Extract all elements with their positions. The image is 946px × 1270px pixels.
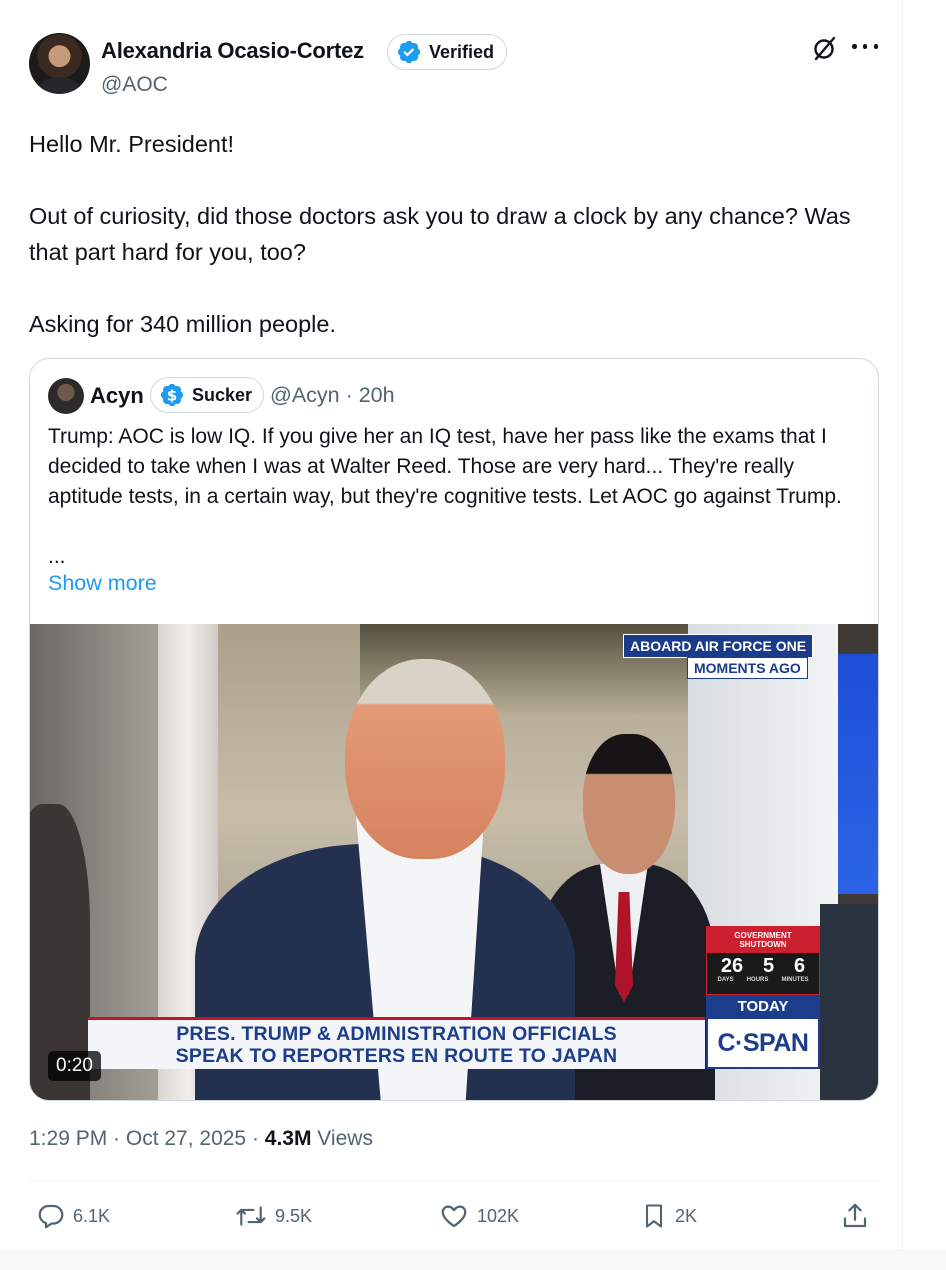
dollar-badge-icon: $	[160, 383, 184, 407]
unit-hours: HOURS	[746, 977, 769, 983]
page-bottom	[0, 1250, 946, 1270]
shutdown-label-2: SHUTDOWN	[739, 940, 787, 949]
video-time-tag: MOMENTS AGO	[687, 657, 808, 679]
heart-icon	[441, 1205, 467, 1228]
shutdown-minutes: 6	[793, 955, 806, 977]
tweet-line-closing: Asking for 340 million people.	[29, 311, 336, 337]
tweet-text: Hello Mr. President! Out of curiosity, d…	[29, 126, 869, 342]
author-display-name[interactable]: Alexandria Ocasio-Cortez	[101, 38, 364, 64]
quoted-ellipsis: ...	[48, 545, 66, 568]
reply-button[interactable]: 6.1K	[36, 1199, 110, 1233]
tweet-line-question: Out of curiosity, did those doctors ask …	[29, 203, 851, 265]
quoted-handle-time: @Acyn · 20h	[270, 383, 395, 407]
today-label: TODAY	[737, 997, 789, 1015]
tweet-timestamp[interactable]: 1:29 PM · Oct 27, 2025 · 4.3M Views	[29, 1127, 373, 1151]
bookmark-count: 2K	[675, 1205, 698, 1226]
tweet-line-greeting: Hello Mr. President!	[29, 131, 235, 157]
quoted-badge-label: Sucker	[192, 384, 253, 405]
show-more-link[interactable]: Show more	[48, 571, 157, 596]
headline-line-2: SPEAK TO REPORTERS EN ROUTE TO JAPAN	[175, 1044, 618, 1067]
repost-icon	[236, 1206, 266, 1226]
quoted-author-badge[interactable]: $ Sucker	[150, 377, 265, 413]
like-button[interactable]: 102K	[438, 1199, 519, 1233]
cspan-logo: C·SPAN	[706, 1017, 820, 1069]
repost-button[interactable]: 9.5K	[234, 1199, 312, 1233]
divider	[29, 1180, 879, 1181]
views-label: Views	[311, 1127, 373, 1150]
shutdown-counter: GOVERNMENT SHUTDOWN 26 5 6 DAYS HOURS MI…	[706, 926, 820, 995]
quoted-tweet-text: Trump: AOC is low IQ. If you give her an…	[48, 425, 842, 508]
verified-badge[interactable]: Verified	[387, 34, 508, 70]
bookmark-icon	[645, 1204, 663, 1228]
bookmark-button[interactable]: 2K	[640, 1199, 697, 1233]
more-options-icon[interactable]	[852, 44, 878, 52]
video-player[interactable]: ABOARD AIR FORCE ONE MOMENTS AGO GOVERNM…	[30, 624, 878, 1100]
shutdown-days: 26	[720, 955, 744, 977]
author-avatar[interactable]	[29, 33, 90, 94]
reply-icon	[38, 1204, 64, 1229]
quoted-author-name: Acyn	[90, 383, 144, 408]
reply-count: 6.1K	[73, 1205, 111, 1226]
quoted-tweet-card[interactable]: Acyn $ Sucker @Acyn · 20h Trump: AOC is …	[29, 358, 879, 1101]
unit-days: DAYS	[717, 977, 734, 983]
grok-icon[interactable]	[812, 34, 838, 62]
share-button[interactable]	[840, 1199, 870, 1233]
share-icon	[843, 1203, 867, 1228]
author-handle[interactable]: @AOC	[101, 73, 168, 97]
video-location-tag: ABOARD AIR FORCE ONE	[623, 634, 814, 658]
like-count: 102K	[477, 1205, 520, 1226]
shutdown-hours: 5	[762, 955, 775, 977]
verified-label: Verified	[429, 41, 495, 62]
quoted-author-avatar	[48, 378, 84, 414]
repost-count: 9.5K	[275, 1205, 313, 1226]
views-count: 4.3M	[264, 1127, 312, 1150]
video-duration: 0:20	[48, 1051, 101, 1081]
unit-minutes: MINUTES	[781, 977, 809, 983]
today-tag: TODAY	[706, 995, 820, 1017]
svg-text:$: $	[167, 386, 178, 404]
shutdown-label-1: GOVERNMENT	[734, 931, 792, 940]
video-headline: PRES. TRUMP & ADMINISTRATION OFFICIALS S…	[88, 1017, 705, 1069]
column-divider	[902, 0, 903, 1270]
headline-line-1: PRES. TRUMP & ADMINISTRATION OFFICIALS	[176, 1022, 617, 1045]
network-label: C·SPAN	[717, 1028, 809, 1057]
verified-check-icon	[397, 40, 421, 64]
time-date[interactable]: 1:29 PM · Oct 27, 2025 ·	[29, 1127, 265, 1150]
